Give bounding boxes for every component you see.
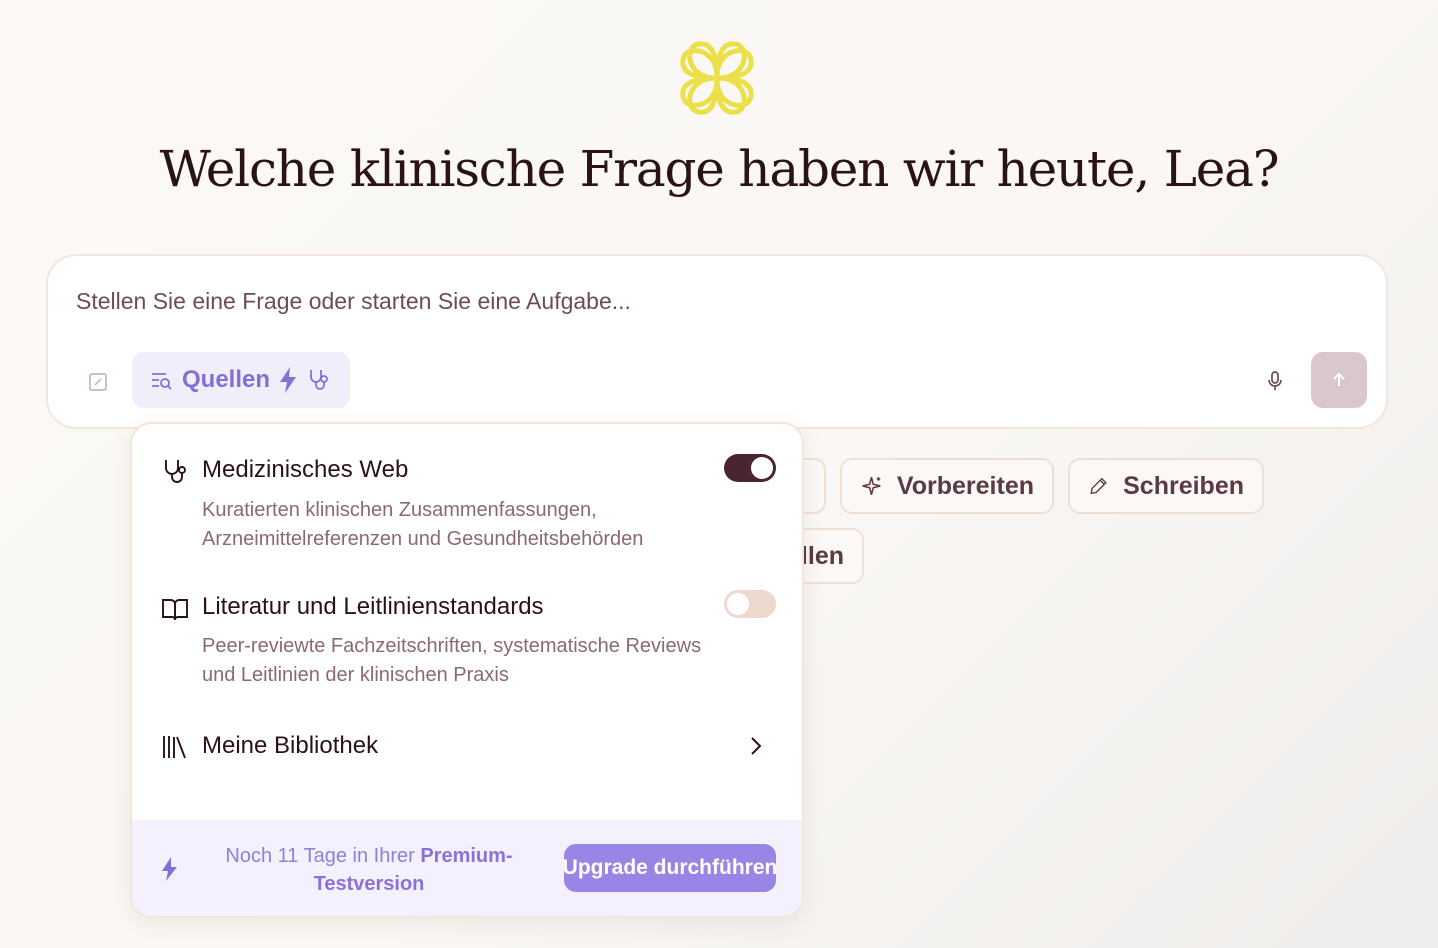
sparkles-icon bbox=[862, 477, 881, 495]
sources-popup: Medizinisches Web Kuratierten klinischen… bbox=[130, 422, 804, 918]
medical-web-toggle[interactable] bbox=[724, 454, 776, 482]
arrow-up-icon bbox=[1333, 372, 1345, 386]
microphone-icon bbox=[1268, 371, 1282, 390]
upgrade-button[interactable]: Upgrade durchführen bbox=[564, 844, 776, 892]
bolt-icon bbox=[162, 857, 177, 881]
book-open-icon bbox=[162, 599, 188, 621]
prepare-chip-label: Vorbereiten bbox=[896, 471, 1034, 500]
attach-icon bbox=[89, 373, 107, 391]
literature-title: Literatur und Leitlinienstandards bbox=[202, 593, 544, 620]
stethoscope-icon bbox=[310, 370, 328, 390]
prompt-composer: Stellen Sie eine Frage oder starten Sie … bbox=[46, 254, 1388, 429]
literature-toggle[interactable] bbox=[724, 590, 776, 618]
pencil-icon bbox=[1090, 477, 1107, 495]
bolt-icon bbox=[280, 367, 297, 393]
send-button[interactable] bbox=[1311, 352, 1367, 408]
trial-footer: Noch 11 Tage in Ihrer Premium-Testversio… bbox=[132, 820, 802, 916]
write-chip-label: Schreiben bbox=[1123, 471, 1244, 500]
literature-description: Peer-reviewte Fachzeitschriften, systema… bbox=[202, 635, 702, 686]
page-title: Welche klinische Frage haben wir heute, … bbox=[159, 140, 1280, 198]
write-chip[interactable]: Schreiben bbox=[1068, 458, 1264, 514]
search-list-icon bbox=[152, 373, 172, 390]
sources-button[interactable]: Quellen bbox=[132, 352, 350, 408]
medical-web-title: Medizinisches Web bbox=[202, 456, 409, 483]
stethoscope-icon bbox=[165, 460, 186, 483]
attach-button[interactable] bbox=[82, 366, 114, 398]
prepare-chip[interactable]: Vorbereiten bbox=[840, 458, 1054, 514]
chevron-right-icon[interactable] bbox=[746, 734, 766, 758]
trial-prefix: Noch 11 Tage in Ihrer bbox=[225, 845, 421, 867]
library-icon bbox=[163, 736, 186, 759]
library-title[interactable]: Meine Bibliothek bbox=[202, 732, 378, 760]
chip-partial-label: llen bbox=[800, 541, 844, 570]
microphone-button[interactable] bbox=[1260, 366, 1290, 396]
sources-label: Quellen bbox=[182, 366, 271, 393]
quatrefoil-logo-icon bbox=[680, 41, 754, 115]
prompt-input[interactable]: Stellen Sie eine Frage oder starten Sie … bbox=[76, 288, 631, 315]
medical-web-description: Kuratierten klinischen Zusammenfassungen… bbox=[202, 499, 644, 550]
trial-text: Noch 11 Tage in Ihrer Premium-Testversio… bbox=[202, 842, 536, 898]
